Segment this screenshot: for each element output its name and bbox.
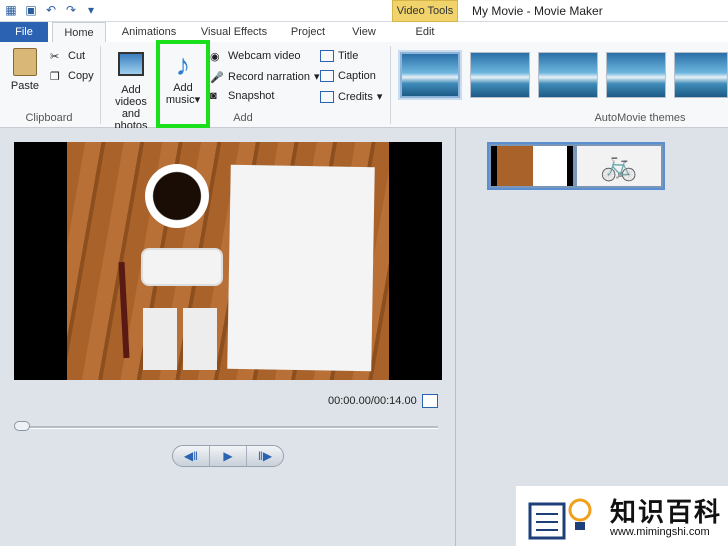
transport-controls: ◀‖ ▶ ‖▶ bbox=[172, 445, 284, 467]
credits-icon bbox=[320, 90, 334, 103]
tab-edit[interactable]: Edit bbox=[398, 22, 452, 42]
watermark-logo: 知识百科 www.mimingshi.com bbox=[516, 486, 728, 546]
microphone-icon: 🎤 bbox=[210, 71, 224, 84]
seek-bar[interactable] bbox=[16, 426, 438, 429]
tab-visual-effects[interactable]: Visual Effects bbox=[196, 22, 272, 42]
film-photo-icon bbox=[118, 52, 144, 76]
webcam-video-button[interactable]: ◉ Webcam video bbox=[210, 50, 301, 63]
snapshot-button[interactable]: ◙ Snapshot bbox=[210, 90, 274, 102]
video-preview bbox=[14, 142, 442, 380]
seek-handle[interactable] bbox=[14, 421, 30, 431]
copy-button[interactable]: ❐ Copy bbox=[50, 70, 94, 83]
copy-label: Copy bbox=[68, 70, 94, 82]
snapshot-label: Snapshot bbox=[228, 90, 275, 102]
previous-frame-icon: ◀‖ bbox=[183, 449, 199, 463]
tab-view[interactable]: View bbox=[346, 22, 382, 42]
theme-thumbnail[interactable] bbox=[674, 52, 728, 98]
clip-thumbnail[interactable] bbox=[491, 146, 573, 186]
paper-sheet-image bbox=[227, 164, 375, 372]
paste-label: Paste bbox=[10, 80, 40, 92]
tab-animations[interactable]: Animations bbox=[116, 22, 182, 42]
watermark-url: www.mimingshi.com bbox=[610, 526, 710, 538]
pen-image bbox=[118, 261, 130, 359]
book-bulb-icon bbox=[528, 498, 592, 540]
caption-label: Caption bbox=[338, 70, 376, 82]
tab-file[interactable]: File bbox=[0, 22, 48, 42]
quick-access-toolbar: ▦ ▣ ↶ ↷ ▾ bbox=[4, 3, 98, 17]
phone-image bbox=[141, 248, 223, 286]
play-icon: ▶ bbox=[223, 449, 233, 463]
customize-toolbar-icon[interactable]: ▾ bbox=[84, 3, 98, 17]
cut-button[interactable]: ✂ Cut bbox=[50, 50, 86, 63]
scissors-icon: ✂ bbox=[50, 51, 60, 63]
copy-icon: ❐ bbox=[50, 71, 60, 83]
chevron-down-icon: ▾ bbox=[376, 91, 383, 103]
separator bbox=[100, 46, 101, 124]
theme-thumbnail[interactable] bbox=[538, 52, 598, 98]
storyboard-clip[interactable]: 🚲 bbox=[487, 142, 665, 190]
theme-thumbnail[interactable] bbox=[470, 52, 530, 98]
window-title: My Movie - Movie Maker bbox=[472, 4, 603, 18]
separator bbox=[390, 46, 391, 124]
add-group-label: Add bbox=[233, 112, 253, 124]
chevron-down-icon: ▾ bbox=[313, 71, 320, 83]
credits-button[interactable]: Credits ▾ bbox=[320, 90, 382, 103]
card-image bbox=[183, 308, 217, 370]
clip-thumbnail[interactable]: 🚲 bbox=[577, 146, 661, 186]
ribbon-tabs: File Home Animations Visual Effects Proj… bbox=[0, 22, 728, 42]
webcam-icon: ◉ bbox=[210, 51, 220, 63]
cut-label: Cut bbox=[68, 50, 86, 62]
bicycle-icon: 🚲 bbox=[600, 149, 638, 182]
paste-button[interactable]: Paste bbox=[6, 48, 44, 92]
save-icon[interactable]: ▣ bbox=[24, 3, 38, 17]
record-narration-button[interactable]: 🎤 Record narration ▾ bbox=[210, 70, 320, 84]
theme-thumbnail[interactable] bbox=[398, 50, 462, 100]
next-frame-button[interactable]: ‖▶ bbox=[247, 446, 283, 466]
webcam-label: Webcam video bbox=[228, 50, 301, 62]
play-button[interactable]: ▶ bbox=[209, 446, 247, 466]
next-frame-icon: ‖▶ bbox=[257, 449, 273, 463]
redo-icon[interactable]: ↷ bbox=[64, 3, 78, 17]
watermark-name: 知识百科 bbox=[610, 497, 723, 527]
caption-button[interactable]: Caption bbox=[320, 70, 376, 82]
tab-home[interactable]: Home bbox=[52, 22, 106, 42]
title-bar: ▦ ▣ ↶ ↷ ▾ Video Tools My Movie - Movie M… bbox=[0, 0, 728, 22]
camera-icon: ◙ bbox=[210, 90, 217, 102]
previous-frame-button[interactable]: ◀‖ bbox=[173, 446, 209, 466]
theme-thumbnail[interactable] bbox=[606, 52, 666, 98]
preview-photo bbox=[67, 142, 389, 380]
playback-time: 00:00.00/00:14.00 bbox=[328, 395, 417, 407]
title-label: Title bbox=[338, 50, 359, 62]
coffee-cup-image bbox=[145, 164, 209, 228]
record-label: Record narration bbox=[228, 70, 310, 83]
paste-icon bbox=[13, 48, 37, 76]
caption-icon bbox=[320, 70, 334, 82]
add-videos-photos-button[interactable]: Add videos and photos bbox=[104, 52, 158, 132]
undo-icon[interactable]: ↶ bbox=[44, 3, 58, 17]
add-videos-label-1: Add videos bbox=[115, 84, 147, 108]
video-tools-context-label: Video Tools bbox=[392, 0, 458, 22]
clipboard-group-label: Clipboard bbox=[25, 112, 73, 124]
title-icon bbox=[320, 50, 334, 62]
credits-label: Credits bbox=[338, 90, 373, 103]
card-image bbox=[143, 308, 177, 370]
tab-project[interactable]: Project bbox=[286, 22, 330, 42]
title-button[interactable]: Title bbox=[320, 50, 358, 62]
automovie-themes-group-label: AutoMovie themes bbox=[594, 112, 686, 124]
app-menu-icon[interactable]: ▦ bbox=[4, 3, 18, 17]
add-music-highlight bbox=[156, 40, 210, 128]
fullscreen-icon[interactable] bbox=[422, 394, 438, 408]
